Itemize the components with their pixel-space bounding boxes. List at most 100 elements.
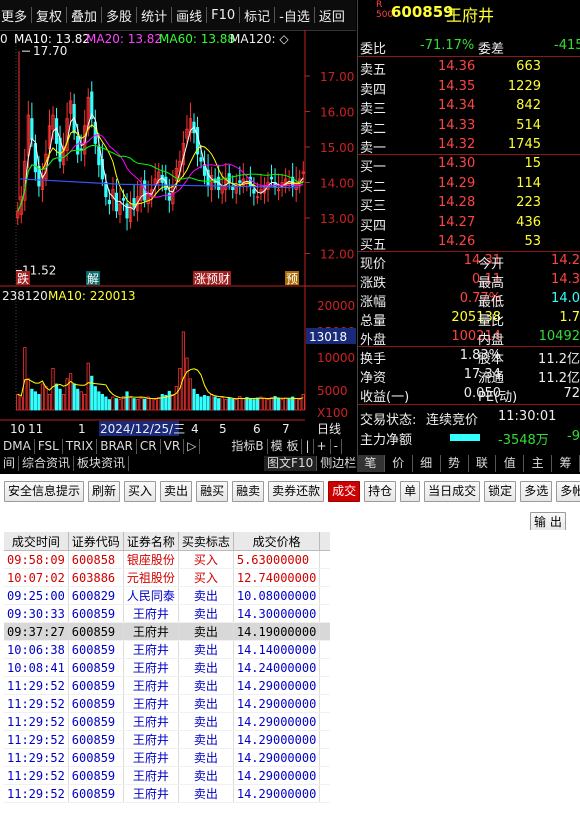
bid-label: 买二 (360, 179, 387, 195)
toolbar-item-3[interactable]: 多股 (102, 6, 136, 25)
cell-code: 600858 (68, 550, 124, 569)
date-label: 7 (282, 422, 290, 436)
indicator-tab-8[interactable]: 模 板 (268, 438, 303, 454)
indicator-tabs: DMA FSL TRIX BRAR CR VR ▷ 指标B 模 板 | + - (0, 438, 356, 454)
quote-tab-6[interactable]: 主 (524, 455, 553, 472)
volume-bar (40, 383, 45, 411)
info-tab-3[interactable]: 图文F10 (264, 456, 318, 471)
column-header[interactable]: 成交价格 (233, 532, 321, 551)
indicator-tab-9[interactable]: | (302, 438, 314, 454)
cell-time: 11:29:52 (4, 730, 69, 749)
toolbar-item-6[interactable]: F10 (207, 8, 239, 23)
trade-button-10[interactable]: 当日成交 (424, 480, 481, 502)
volume-bar (69, 373, 73, 411)
chart-toolbar: 更多 复权 叠加 多股 统计 画线 F10 标记 -自选 返回 (0, 0, 356, 31)
quote-tab-0[interactable]: 笔 (357, 455, 385, 472)
quote-tab-3[interactable]: 势 (441, 455, 469, 472)
vol-ma-legend: MA10: 220013 (48, 289, 136, 303)
trade-button-1[interactable]: 刷新 (88, 480, 121, 502)
trade-button-12[interactable]: 多选 (520, 480, 553, 502)
trade-button-2[interactable]: 买入 (124, 480, 157, 502)
candle-body (121, 198, 126, 201)
cell-code: 600859 (68, 676, 124, 695)
cell-side: 卖出 (178, 622, 234, 641)
stat-row: 现价 14.31 今开 14.2 (358, 252, 580, 272)
volume-bar (111, 396, 115, 411)
cell-time: 10:07:02 (4, 568, 69, 587)
toolbar-item-1[interactable]: 复权 (32, 6, 66, 25)
cell-time: 11:29:52 (4, 676, 69, 695)
trade-button-6[interactable]: 卖券还款 (268, 480, 325, 502)
kline-chart[interactable]: 0 MA10: 13.82MA20: 13.82MA60: 13.88MA120:… (0, 30, 356, 438)
info-tab-2[interactable]: 板块资讯 (74, 456, 130, 471)
volume-bar (76, 388, 80, 411)
volume-bar (128, 397, 133, 411)
column-header[interactable]: 证券名称 (123, 532, 179, 551)
volume-bar (171, 393, 175, 411)
indicator-tab-7[interactable]: 指标B (228, 438, 268, 454)
quote-tab-4[interactable]: 联 (469, 455, 497, 472)
volume-bar (26, 378, 30, 411)
bid-row: 买二 14.29 114 (358, 175, 580, 195)
column-header[interactable]: 成交时间 (4, 532, 69, 551)
stat-value: 10492 (538, 329, 580, 344)
candle-body (132, 198, 136, 208)
quote-tab-5[interactable]: 值 (496, 455, 525, 472)
date-label: 11 (28, 422, 43, 436)
bid-price: 14.28 (438, 195, 476, 210)
toolbar-item-0[interactable]: 更多 (0, 6, 31, 25)
indicator-tab-6[interactable]: ▷ (184, 438, 201, 454)
indicator-tab-4[interactable]: CR (137, 438, 161, 454)
stat-label: 最高 (478, 276, 505, 291)
toolbar-item-7[interactable]: 标记 (240, 6, 274, 25)
indicator-tab-0[interactable]: DMA (0, 438, 35, 454)
trade-button-8[interactable]: 持仓 (364, 480, 397, 502)
volume-bar (19, 396, 23, 411)
indicator-tab-2[interactable]: TRIX (63, 438, 98, 454)
cell-code: 600859 (68, 784, 124, 803)
volume-bar (266, 399, 270, 411)
cell-time: 11:29:52 (4, 766, 69, 785)
volume-bar (245, 397, 249, 411)
column-header[interactable]: 证券代码 (68, 532, 124, 551)
volume-bar (185, 357, 189, 411)
info-tab-0[interactable]: 间 (0, 456, 20, 471)
cell-time: 11:29:52 (4, 694, 69, 713)
trade-button-7[interactable]: 成交 (328, 480, 361, 502)
info-tab-1[interactable]: 综合资讯 (19, 456, 75, 471)
indicator-tab-11[interactable]: - (331, 438, 342, 454)
trade-button-9[interactable]: 单 (400, 480, 421, 502)
date-label: 4 (191, 422, 199, 436)
volume-bar (231, 398, 235, 411)
indicator-tab-10[interactable]: + (314, 438, 331, 454)
info-tab-4[interactable]: 侧边栏 (317, 456, 361, 471)
trade-button-4[interactable]: 融买 (196, 480, 229, 502)
column-header[interactable]: 买卖标志 (178, 532, 234, 551)
toolbar-item-8[interactable]: -自选 (275, 6, 314, 25)
volume-bar (188, 378, 193, 411)
volume-bar (107, 399, 111, 411)
trade-button-3[interactable]: 卖出 (160, 480, 193, 502)
indicator-tab-5[interactable]: VR (161, 438, 185, 454)
vol-tick-label: X100 (317, 406, 348, 420)
trade-button-11[interactable]: 锁定 (484, 480, 517, 502)
quote-tab-2[interactable]: 细 (413, 455, 441, 472)
indicator-tab-1[interactable]: FSL (35, 438, 63, 454)
trade-button-0[interactable]: 安全信息提示 (4, 480, 85, 502)
volume-bar (301, 393, 305, 411)
volume-bar (220, 397, 224, 411)
quote-panel: R500600859王府井委比 -71.17%委差 -415 卖五 14.36 663 卖四… (357, 0, 580, 455)
trade-button-13[interactable]: 多帐号 (556, 480, 580, 502)
trade-button-5[interactable]: 融卖 (232, 480, 265, 502)
toolbar-item-2[interactable]: 叠加 (67, 6, 101, 25)
quote-tab-1[interactable]: 价 (385, 455, 413, 472)
volume-bar (118, 399, 122, 411)
cell-side: 卖出 (178, 748, 234, 767)
quote-tab-7[interactable]: 筹 (552, 455, 580, 472)
toolbar-item-9[interactable]: 返回 (315, 6, 349, 25)
candle-body (107, 199, 111, 205)
toolbar-item-4[interactable]: 统计 (137, 6, 171, 25)
cell-name: 王府井 (123, 748, 179, 767)
indicator-tab-3[interactable]: BRAR (97, 438, 137, 454)
toolbar-item-5[interactable]: 画线 (172, 6, 206, 25)
